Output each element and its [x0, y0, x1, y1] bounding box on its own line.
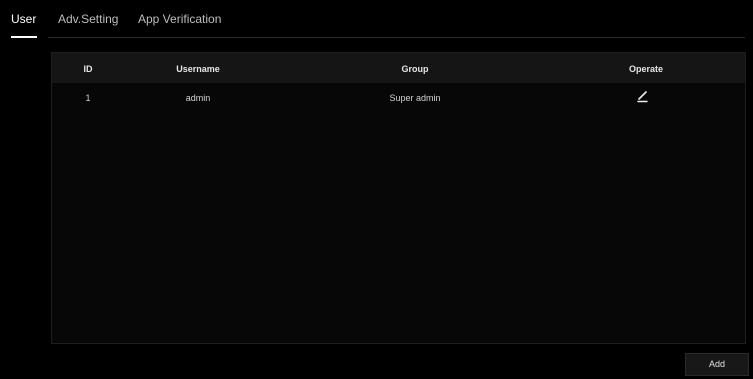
row-id: 1 — [85, 93, 91, 103]
tab-user[interactable]: User — [11, 12, 36, 26]
row-group: Super admin — [389, 93, 441, 103]
column-header-operate: Operate — [628, 64, 664, 74]
user-table: ID Username Group Operate 1 admin Super … — [51, 52, 746, 344]
tab-divider — [48, 37, 745, 38]
column-header-username: Username — [176, 64, 220, 74]
active-tab-indicator — [11, 36, 37, 38]
tab-bar: User Adv.Setting App Verification — [0, 0, 753, 40]
add-button[interactable]: Add — [685, 353, 749, 376]
edit-user-button[interactable] — [634, 87, 652, 105]
column-header-group: Group — [401, 64, 429, 74]
row-username: admin — [185, 93, 211, 103]
edit-pencil-icon — [637, 91, 648, 103]
tab-adv-setting[interactable]: Adv.Setting — [58, 12, 118, 26]
tab-app-verification[interactable]: App Verification — [138, 12, 221, 26]
table-header: ID Username Group Operate — [52, 53, 745, 83]
column-header-id: ID — [83, 64, 93, 74]
